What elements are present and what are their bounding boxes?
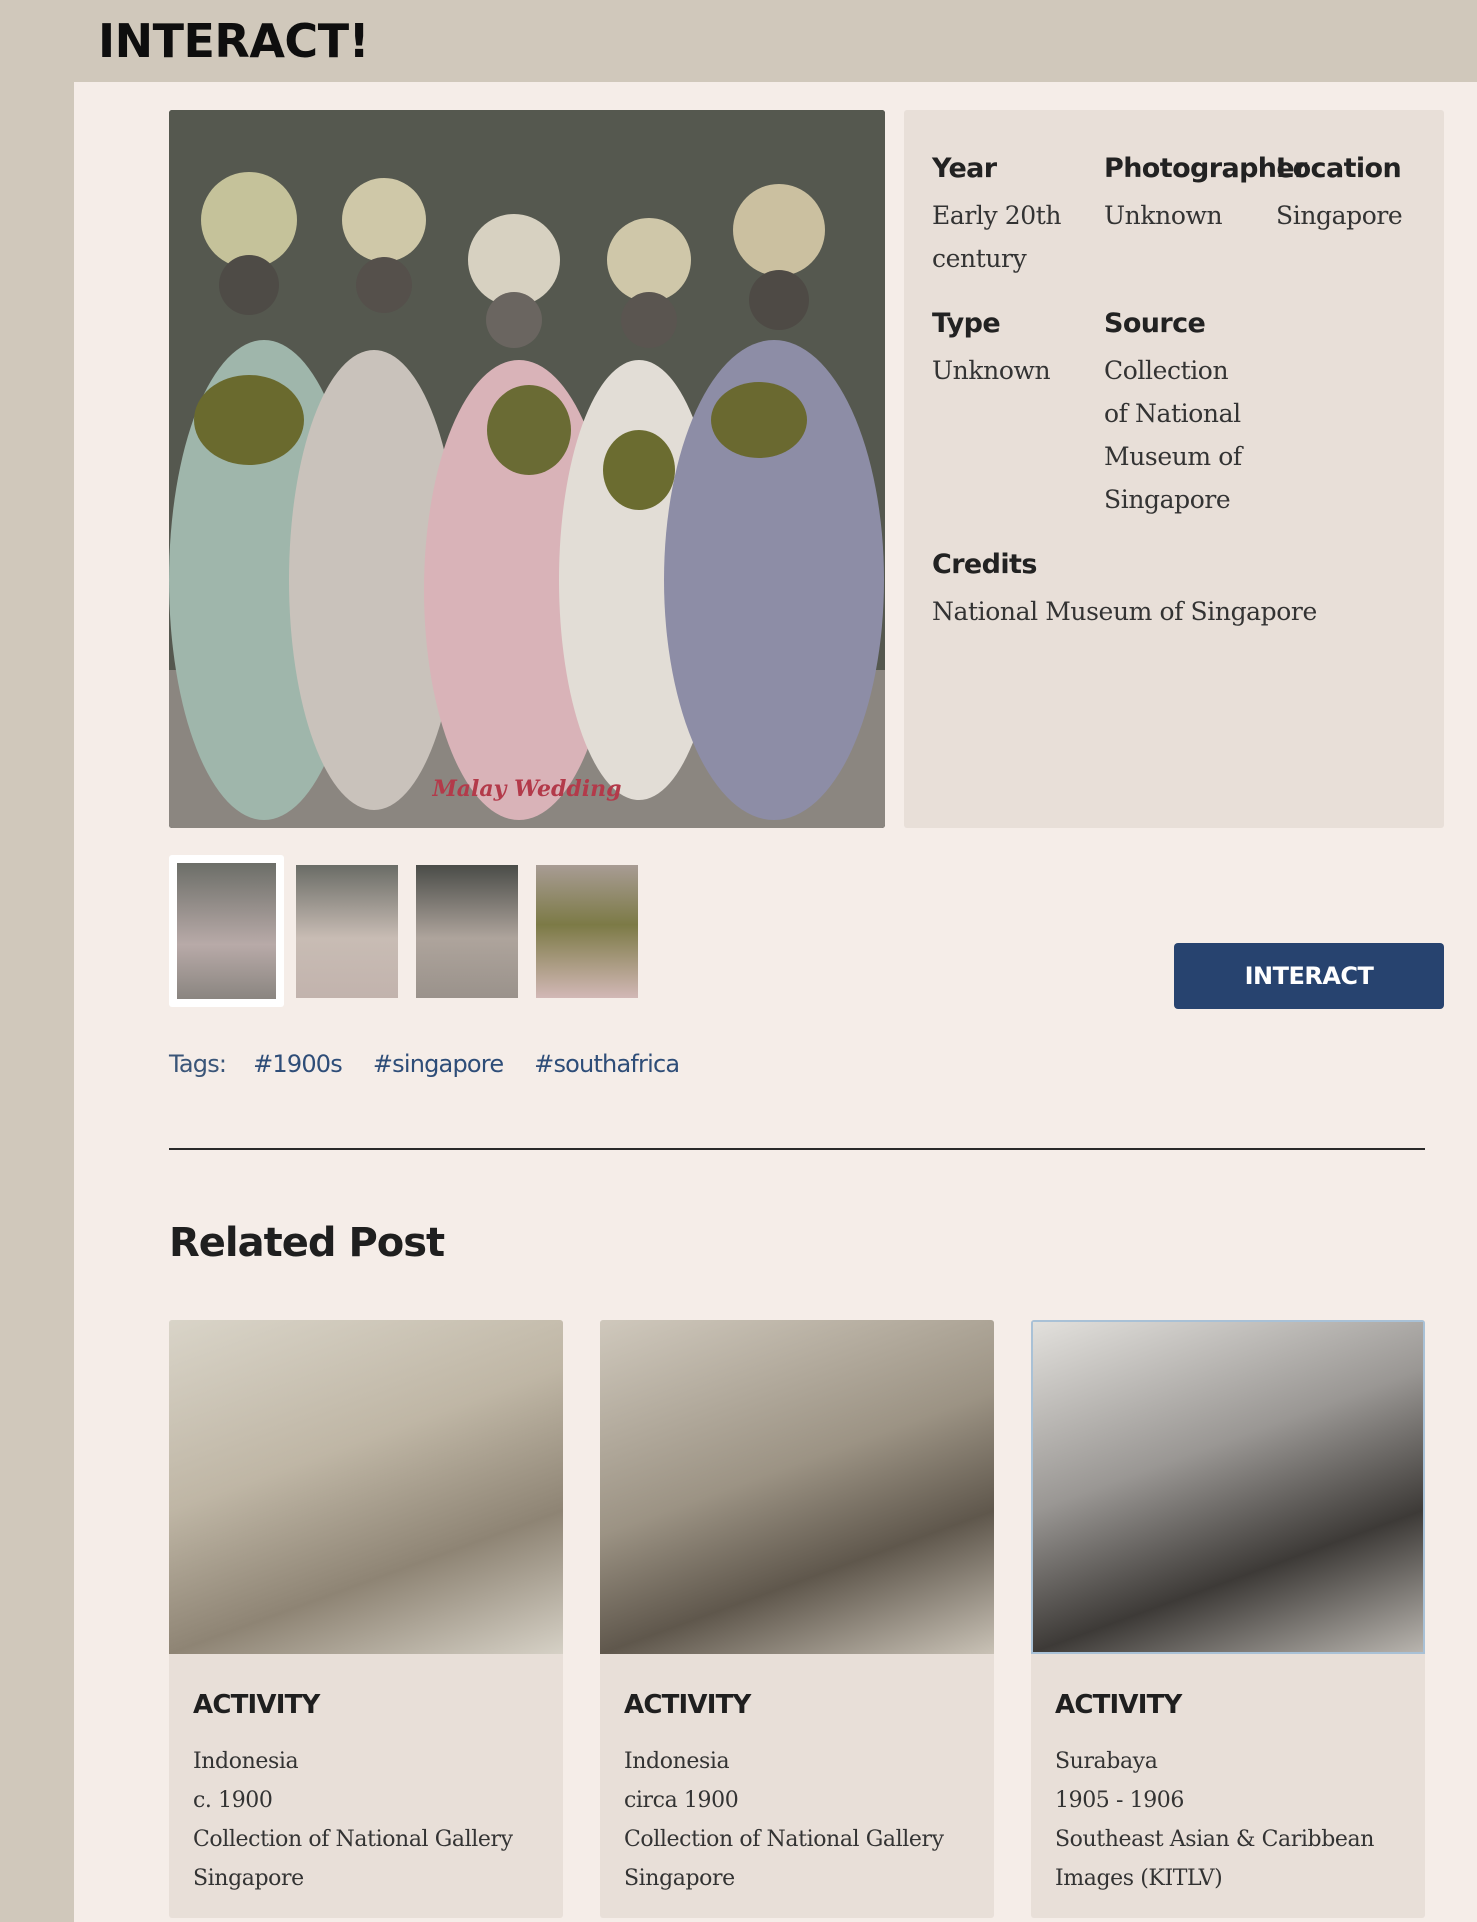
location-label: Location bbox=[1276, 153, 1402, 184]
location-value: Singapore bbox=[1276, 201, 1403, 230]
related-card-3-place: Surabaya bbox=[1055, 1749, 1158, 1774]
related-card-3-source: Southeast Asian & Caribbean Images (KITL… bbox=[1055, 1827, 1374, 1891]
tag-1900s[interactable]: #1900s bbox=[253, 1050, 343, 1078]
related-card-1-source: Collection of National Gallery Singapore bbox=[193, 1827, 513, 1891]
thumbnail-2[interactable] bbox=[296, 865, 398, 998]
type-label: Type bbox=[932, 308, 1001, 339]
brand-logo[interactable]: INTERACT! bbox=[98, 14, 370, 68]
type-value: Unknown bbox=[932, 356, 1051, 385]
related-card-3[interactable]: ACTIVITY Surabaya 1905 - 1906 Southeast … bbox=[1031, 1320, 1425, 1918]
main-photo-image bbox=[169, 110, 885, 828]
related-card-3-date: 1905 - 1906 bbox=[1055, 1788, 1184, 1813]
section-divider bbox=[169, 1148, 1425, 1150]
related-card-2-category: ACTIVITY bbox=[624, 1690, 751, 1720]
metadata-card: Year Early 20th century Photographer Unk… bbox=[904, 110, 1444, 828]
related-card-2-details: Indonesia circa 1900 Collection of Natio… bbox=[624, 1742, 984, 1898]
type-field: Type Unknown bbox=[932, 307, 1092, 392]
top-bar: INTERACT! bbox=[0, 0, 1477, 82]
thumbnail-4[interactable] bbox=[536, 865, 638, 998]
tags-row: Tags: #1900s #singapore #southafrica bbox=[169, 1050, 703, 1078]
thumbnail-1-image bbox=[177, 863, 276, 999]
related-card-3-category: ACTIVITY bbox=[1055, 1690, 1182, 1720]
photographer-field: Photographer Unknown bbox=[1104, 152, 1307, 237]
tags-label: Tags: bbox=[169, 1050, 227, 1078]
related-card-2-source: Collection of National Gallery Singapore bbox=[624, 1827, 944, 1891]
related-card-2-place: Indonesia bbox=[624, 1749, 730, 1774]
related-card-1-image bbox=[169, 1320, 563, 1654]
year-label: Year bbox=[932, 153, 997, 184]
main-photo[interactable]: Malay Wedding bbox=[169, 110, 885, 828]
related-card-3-image bbox=[1031, 1320, 1425, 1654]
photographer-label: Photographer bbox=[1104, 153, 1307, 184]
thumbnail-1[interactable] bbox=[169, 855, 284, 1007]
location-field: Location Singapore bbox=[1276, 152, 1436, 237]
photographer-value: Unknown bbox=[1104, 201, 1223, 230]
related-card-1-date: c. 1900 bbox=[193, 1788, 273, 1813]
thumbnail-3[interactable] bbox=[416, 865, 518, 998]
related-card-2-date: circa 1900 bbox=[624, 1788, 739, 1813]
credits-label: Credits bbox=[932, 549, 1037, 580]
related-card-1[interactable]: ACTIVITY Indonesia c. 1900 Collection of… bbox=[169, 1320, 563, 1918]
related-card-1-place: Indonesia bbox=[193, 1749, 299, 1774]
photo-caption: Malay Wedding bbox=[432, 776, 622, 802]
tag-singapore[interactable]: #singapore bbox=[373, 1050, 504, 1078]
source-label: Source bbox=[1104, 308, 1206, 339]
year-value: Early 20th century bbox=[932, 201, 1062, 273]
related-post-title: Related Post bbox=[169, 1220, 445, 1266]
tag-southafrica[interactable]: #southafrica bbox=[534, 1050, 680, 1078]
source-value: Collection of National Museum of Singapo… bbox=[1104, 356, 1242, 514]
source-field: Source Collection of National Museum of … bbox=[1104, 307, 1254, 521]
credits-value: National Museum of Singapore bbox=[932, 597, 1317, 626]
related-card-1-category: ACTIVITY bbox=[193, 1690, 320, 1720]
credits-field: Credits National Museum of Singapore bbox=[932, 548, 1412, 633]
related-card-1-details: Indonesia c. 1900 Collection of National… bbox=[193, 1742, 553, 1898]
related-card-3-details: Surabaya 1905 - 1906 Southeast Asian & C… bbox=[1055, 1742, 1415, 1898]
year-field: Year Early 20th century bbox=[932, 152, 1092, 280]
interact-button[interactable]: INTERACT bbox=[1174, 943, 1444, 1009]
related-card-2-image bbox=[600, 1320, 994, 1654]
related-card-2[interactable]: ACTIVITY Indonesia circa 1900 Collection… bbox=[600, 1320, 994, 1918]
